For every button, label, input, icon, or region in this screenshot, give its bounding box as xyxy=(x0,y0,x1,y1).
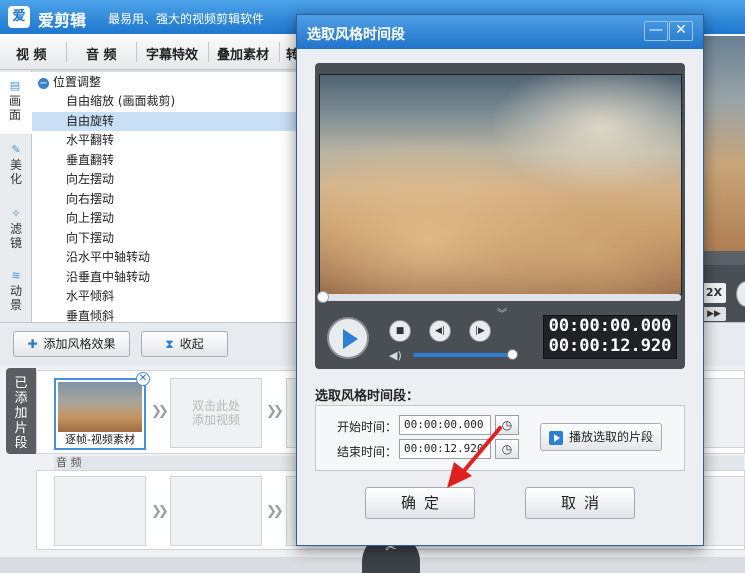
audio-slot[interactable] xyxy=(54,476,146,546)
menu-overlay-material[interactable]: 叠加素材 xyxy=(217,44,269,63)
menu-divider xyxy=(279,42,280,62)
empty-clip-slot[interactable] xyxy=(700,378,745,448)
speed-2x-button[interactable]: 2X xyxy=(702,283,726,303)
volume-slider-knob[interactable] xyxy=(506,349,518,360)
added-clips-tab-label: 已添加片段 xyxy=(14,376,28,451)
collapse-label: 收起 xyxy=(179,337,204,351)
magic-add-icon: ✚ xyxy=(27,337,38,351)
effect-item[interactable]: 垂直翻转 xyxy=(32,151,296,171)
menu-divider xyxy=(208,42,209,62)
effect-item[interactable]: 自由旋转 xyxy=(32,111,296,131)
start-time-label: 开始时间： xyxy=(337,420,398,434)
preview-video-right-edge xyxy=(700,36,745,251)
play-icon xyxy=(549,430,563,445)
app-logo-icon: 爱 xyxy=(8,6,30,28)
dialog-titlebar: 选取风格时间段 — ✕ xyxy=(297,15,703,49)
sidetab-motion[interactable]: ≋ 动景 xyxy=(0,262,32,324)
remove-clip-close-icon[interactable]: ✕ xyxy=(136,372,150,386)
effect-item[interactable]: 向下摆动 xyxy=(32,229,296,249)
total-time: 00:00:12.920 xyxy=(548,336,672,356)
current-time: 00:00:00.000 xyxy=(548,316,672,336)
cancel-button[interactable]: 取消 xyxy=(525,487,635,519)
wave-icon: ≋ xyxy=(11,269,21,282)
menu-divider xyxy=(66,42,67,62)
end-time-field[interactable]: 00:00:12.920 xyxy=(399,439,491,459)
close-icon[interactable]: ✕ xyxy=(669,21,693,41)
menu-divider xyxy=(136,42,137,62)
effect-list: − 位置调整 自由缩放 (画面裁剪) 自由旋转 水平翻转 垂直翻转 向左摆动 向右摆动 向上摆… xyxy=(32,72,297,322)
effect-item[interactable]: 沿水平中轴转动 xyxy=(32,248,296,268)
effect-item[interactable]: 自由缩放 (画面裁剪) xyxy=(32,92,296,112)
preview-controls-edge: 2X ▶▶ xyxy=(700,265,745,323)
set-start-time-clock-icon[interactable]: ◷ xyxy=(495,415,519,435)
chevron-right-icon: ❯❯ xyxy=(266,504,284,519)
time-section-title: 选取风格时间段： xyxy=(315,389,420,404)
prev-frame-button[interactable]: ◀| xyxy=(429,320,451,342)
add-video-hint: 双击此处 添加视频 xyxy=(191,399,240,427)
sidetab-label: 滤镜 xyxy=(10,222,23,250)
app-name: 爱剪辑 xyxy=(38,11,87,30)
preview-round-button[interactable] xyxy=(736,281,745,307)
dialog-title: 选取风格时间段 xyxy=(307,27,405,43)
empty-clip-slot[interactable]: 双击此处 添加视频 xyxy=(170,378,262,448)
sidetab-label: 画面 xyxy=(9,94,22,122)
add-style-effect-button[interactable]: ✚ 添加风格效果 xyxy=(13,331,130,357)
sparkle-wand-icon: ✧ xyxy=(11,207,21,220)
start-time-field[interactable]: 00:00:00.000 xyxy=(399,415,491,435)
next-frame-button[interactable]: |▶ xyxy=(469,320,491,342)
playback-progress-bar[interactable] xyxy=(323,294,681,301)
add-style-effect-label: 添加风格效果 xyxy=(43,337,116,351)
minimize-icon[interactable]: — xyxy=(644,21,668,41)
effect-group-header[interactable]: − 位置调整 xyxy=(32,72,296,92)
volume-icon[interactable]: ◀) xyxy=(389,349,403,363)
effect-item[interactable]: 向左摆动 xyxy=(32,170,296,190)
playback-progress-knob[interactable] xyxy=(317,291,329,303)
effect-item[interactable]: 向上摆动 xyxy=(32,209,296,229)
menu-video[interactable]: 视 频 xyxy=(16,44,47,63)
collapse-button[interactable]: ⧗ 收起 xyxy=(141,331,228,357)
play-button[interactable] xyxy=(327,317,369,359)
side-tabs: ▤ 画面 ✎ 美化 ✧ 滤镜 ≋ 动景 xyxy=(0,70,32,322)
app-slogan: 最易用、强大的视频剪辑软件 xyxy=(108,12,265,26)
preview-progress-edge xyxy=(700,251,745,265)
select-style-time-dialog: 选取风格时间段 — ✕ ︾ ■ ◀| |▶ ◀) 00:00:00.000 00… xyxy=(296,14,704,546)
time-display: 00:00:00.000 00:00:12.920 xyxy=(543,315,677,359)
effect-item[interactable]: 沿垂直中轴转动 xyxy=(32,268,296,288)
collapse-minus-icon[interactable]: − xyxy=(38,78,49,89)
sidetab-label: 动景 xyxy=(10,284,23,312)
menu-subtitle-effects[interactable]: 字幕特效 xyxy=(146,44,198,63)
sidetab-filter[interactable]: ✧ 滤镜 xyxy=(0,200,32,262)
wand-icon: ✎ xyxy=(11,143,21,156)
audio-slot[interactable] xyxy=(700,476,745,546)
chevron-right-icon: ❯❯ xyxy=(151,404,169,419)
sidetab-label: 美化 xyxy=(10,158,23,186)
audio-slot[interactable] xyxy=(170,476,262,546)
video-clip[interactable]: 逐帧-视频素材 xyxy=(54,378,146,450)
next-frame-icon[interactable]: ▶▶ xyxy=(702,307,726,321)
effect-item[interactable]: 垂直倾斜 xyxy=(32,307,296,323)
collapse-icon: ⧗ xyxy=(165,337,174,351)
end-time-label: 结束时间： xyxy=(337,445,398,459)
set-end-time-clock-icon[interactable]: ◷ xyxy=(495,439,519,459)
stop-button[interactable]: ■ xyxy=(389,320,411,342)
play-selection-button[interactable]: 播放选取的片段 xyxy=(540,423,662,451)
video-preview xyxy=(319,74,682,295)
added-clips-tab[interactable]: 已添加片段 xyxy=(6,368,36,454)
play-selection-label: 播放选取的片段 xyxy=(569,430,654,444)
sidetab-beautify[interactable]: ✎ 美化 xyxy=(0,136,32,198)
effect-item[interactable]: 向右摆动 xyxy=(32,190,296,210)
clip-thumbnail xyxy=(58,382,142,432)
volume-slider[interactable] xyxy=(413,353,512,357)
menu-audio[interactable]: 音 频 xyxy=(86,44,117,63)
effect-item[interactable]: 水平倾斜 xyxy=(32,287,296,307)
effect-item[interactable]: 水平翻转 xyxy=(32,131,296,151)
chevron-right-icon: ❯❯ xyxy=(266,404,284,419)
ok-button[interactable]: 确定 xyxy=(365,487,475,519)
effect-group-label: 位置调整 xyxy=(53,75,102,89)
clip-label: 逐帧-视频素材 xyxy=(56,432,144,448)
chevron-right-icon: ❯❯ xyxy=(151,504,169,519)
sidetab-screen[interactable]: ▤ 画面 xyxy=(0,72,32,134)
chevron-down-icon[interactable]: ︾ xyxy=(497,305,507,320)
screen-icon: ▤ xyxy=(9,79,21,92)
